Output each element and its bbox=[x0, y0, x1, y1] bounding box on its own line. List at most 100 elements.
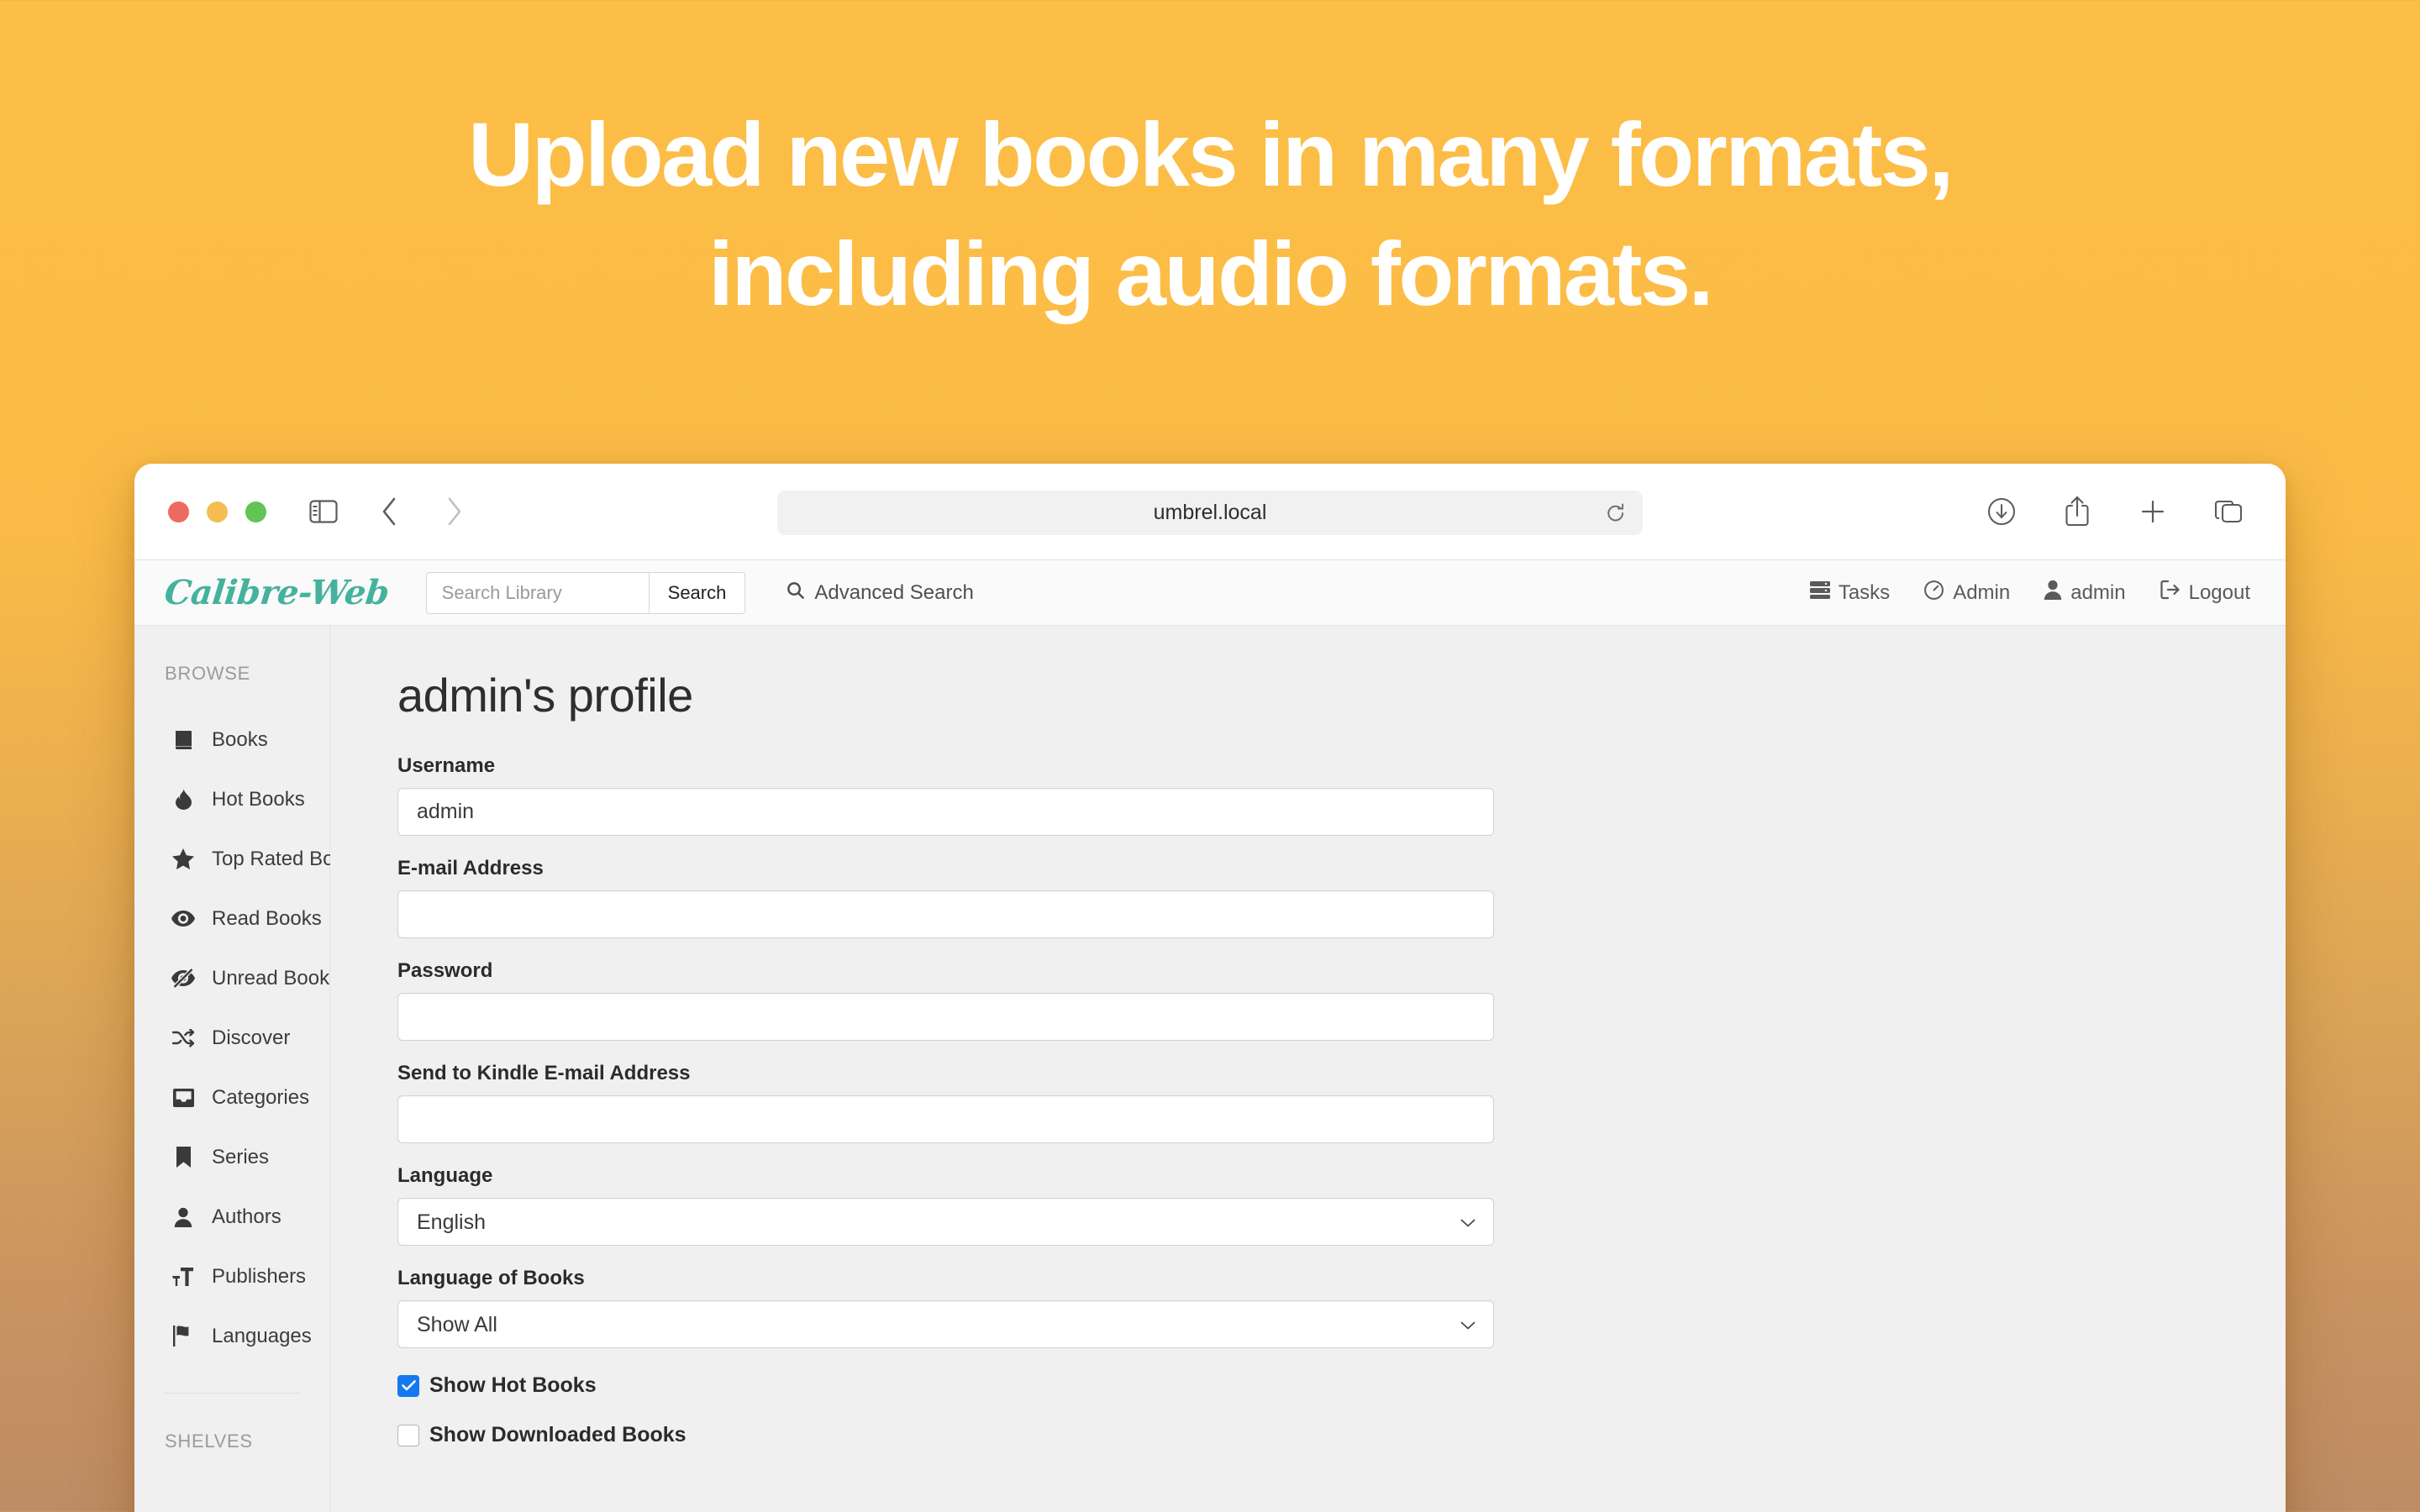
headline-line-1: Upload new books in many formats, bbox=[0, 109, 2420, 200]
checkbox-row-show-downloaded-books[interactable]: Show Downloaded Books bbox=[397, 1423, 2286, 1447]
minimize-window-button[interactable] bbox=[207, 501, 228, 522]
kindle-email-label: Send to Kindle E-mail Address bbox=[397, 1062, 1494, 1085]
sidebar-item-unread-books[interactable]: Unread Books bbox=[134, 948, 329, 1008]
language-of-books-select[interactable]: Show All bbox=[397, 1300, 1494, 1348]
nav-item-logout-label: Logout bbox=[2189, 581, 2250, 605]
sidebar-item-series-label: Series bbox=[212, 1146, 269, 1169]
language-of-books-label: Language of Books bbox=[397, 1267, 1494, 1290]
sidebar-item-books-label: Books bbox=[212, 728, 268, 752]
sidebar-item-read-books-label: Read Books bbox=[212, 907, 322, 931]
nav-item-admin[interactable]: Admin bbox=[1923, 580, 2010, 606]
sidebar-item-languages[interactable]: Languages bbox=[134, 1306, 329, 1366]
calibre-web-logo[interactable]: Calibre-Web bbox=[163, 573, 392, 612]
language-label: Language bbox=[397, 1164, 1494, 1188]
close-window-button[interactable] bbox=[168, 501, 189, 522]
search-icon bbox=[786, 580, 805, 606]
logout-icon bbox=[2160, 580, 2181, 606]
sidebar-item-read-books[interactable]: Read Books bbox=[134, 889, 329, 948]
field-group-password: Password bbox=[397, 959, 1494, 1041]
share-icon[interactable] bbox=[2057, 491, 2097, 532]
tasks-list-icon bbox=[1810, 580, 1830, 605]
username-input[interactable] bbox=[397, 788, 1494, 836]
nav-item-logout[interactable]: Logout bbox=[2160, 580, 2250, 606]
sidebar-item-authors-label: Authors bbox=[212, 1205, 281, 1229]
sidebar-item-categories[interactable]: Categories bbox=[134, 1068, 329, 1127]
sidebar-toggle-icon[interactable] bbox=[303, 491, 344, 532]
browser-toolbar-right bbox=[1981, 491, 2249, 532]
star-icon bbox=[171, 848, 195, 869]
sidebar-item-hot-books[interactable]: Hot Books bbox=[134, 769, 329, 829]
flag-icon bbox=[171, 1326, 195, 1347]
sidebar-item-hot-books-label: Hot Books bbox=[212, 788, 305, 811]
eye-slash-icon bbox=[171, 969, 195, 988]
show-downloaded-books-label: Show Downloaded Books bbox=[429, 1423, 687, 1447]
sidebar-item-top-rated-books[interactable]: Top Rated Books bbox=[134, 829, 329, 889]
sidebar-item-discover[interactable]: Discover bbox=[134, 1008, 329, 1068]
checkbox-row-show-hot-books[interactable]: Show Hot Books bbox=[397, 1373, 2286, 1398]
app-navbar-right: Tasks Admin admin bbox=[1810, 580, 2250, 606]
inbox-icon bbox=[171, 1088, 195, 1107]
sidebar-browse-heading: BROWSE bbox=[134, 663, 329, 685]
main-content: admin's profile Username E-mail Address … bbox=[330, 626, 2286, 1512]
page-title: admin's profile bbox=[397, 668, 2286, 722]
show-downloaded-books-checkbox[interactable] bbox=[397, 1425, 419, 1446]
sidebar-item-publishers-label: Publishers bbox=[212, 1265, 306, 1289]
browser-chrome-toolbar: umbrel.local bbox=[134, 464, 2286, 560]
bookmark-icon bbox=[171, 1147, 195, 1168]
sidebar-item-publishers[interactable]: Publishers bbox=[134, 1247, 329, 1306]
address-bar[interactable]: umbrel.local bbox=[777, 491, 1643, 535]
sidebar-divider bbox=[165, 1393, 299, 1394]
field-group-language: Language English bbox=[397, 1164, 1494, 1246]
reload-icon[interactable] bbox=[1606, 502, 1626, 524]
app-navbar: Calibre-Web Search Advanced Search bbox=[134, 560, 2286, 626]
sidebar-browse-list: Books Hot Books bbox=[134, 710, 329, 1366]
password-field[interactable] bbox=[397, 993, 1494, 1041]
sidebar-item-languages-label: Languages bbox=[212, 1325, 312, 1348]
tab-overview-icon[interactable] bbox=[2208, 491, 2249, 532]
new-tab-icon[interactable] bbox=[2133, 491, 2173, 532]
field-group-kindle-email: Send to Kindle E-mail Address bbox=[397, 1062, 1494, 1143]
search-input[interactable] bbox=[426, 572, 649, 614]
field-group-email: E-mail Address bbox=[397, 857, 1494, 938]
sidebar-item-categories-label: Categories bbox=[212, 1086, 309, 1110]
url-text: umbrel.local bbox=[1154, 501, 1267, 525]
headline-line-2: including audio formats. bbox=[0, 228, 2420, 319]
address-bar-container: umbrel.local bbox=[777, 491, 1643, 535]
email-field[interactable] bbox=[397, 890, 1494, 938]
user-icon bbox=[2044, 580, 2062, 606]
email-label: E-mail Address bbox=[397, 857, 1494, 880]
sidebar-item-books[interactable]: Books bbox=[134, 710, 329, 769]
sidebar: BROWSE Books Hot B bbox=[134, 626, 330, 1512]
language-select-wrap: English bbox=[397, 1198, 1494, 1246]
show-hot-books-label: Show Hot Books bbox=[429, 1373, 597, 1398]
back-chevron-icon[interactable] bbox=[369, 491, 409, 532]
sidebar-item-authors[interactable]: Authors bbox=[134, 1187, 329, 1247]
kindle-email-field[interactable] bbox=[397, 1095, 1494, 1143]
forward-chevron-icon[interactable] bbox=[434, 491, 475, 532]
field-group-language-of-books: Language of Books Show All bbox=[397, 1267, 1494, 1348]
nav-item-user[interactable]: admin bbox=[2044, 580, 2125, 606]
dashboard-gauge-icon bbox=[1923, 580, 1944, 606]
search-button[interactable]: Search bbox=[649, 572, 746, 614]
user-icon bbox=[171, 1207, 195, 1227]
sidebar-item-series[interactable]: Series bbox=[134, 1127, 329, 1187]
language-of-books-select-wrap: Show All bbox=[397, 1300, 1494, 1348]
zoom-window-button[interactable] bbox=[245, 501, 266, 522]
browser-window: umbrel.local bbox=[134, 464, 2286, 1512]
sidebar-shelves-heading: SHELVES bbox=[134, 1431, 329, 1452]
book-icon bbox=[171, 730, 195, 750]
nav-item-admin-label: Admin bbox=[1953, 581, 2010, 605]
show-hot-books-checkbox[interactable] bbox=[397, 1375, 419, 1397]
password-label: Password bbox=[397, 959, 1494, 983]
advanced-search-label: Advanced Search bbox=[814, 581, 973, 605]
promo-headline: Upload new books in many formats, includ… bbox=[0, 109, 2420, 319]
downloads-icon[interactable] bbox=[1981, 491, 2022, 532]
language-select[interactable]: English bbox=[397, 1198, 1494, 1246]
sidebar-item-discover-label: Discover bbox=[212, 1026, 290, 1050]
nav-item-tasks[interactable]: Tasks bbox=[1810, 580, 1890, 605]
window-traffic-lights bbox=[168, 501, 266, 522]
text-height-icon bbox=[171, 1267, 195, 1287]
advanced-search-link[interactable]: Advanced Search bbox=[786, 580, 973, 606]
nav-item-user-label: admin bbox=[2070, 581, 2125, 605]
field-group-username: Username bbox=[397, 754, 1494, 836]
